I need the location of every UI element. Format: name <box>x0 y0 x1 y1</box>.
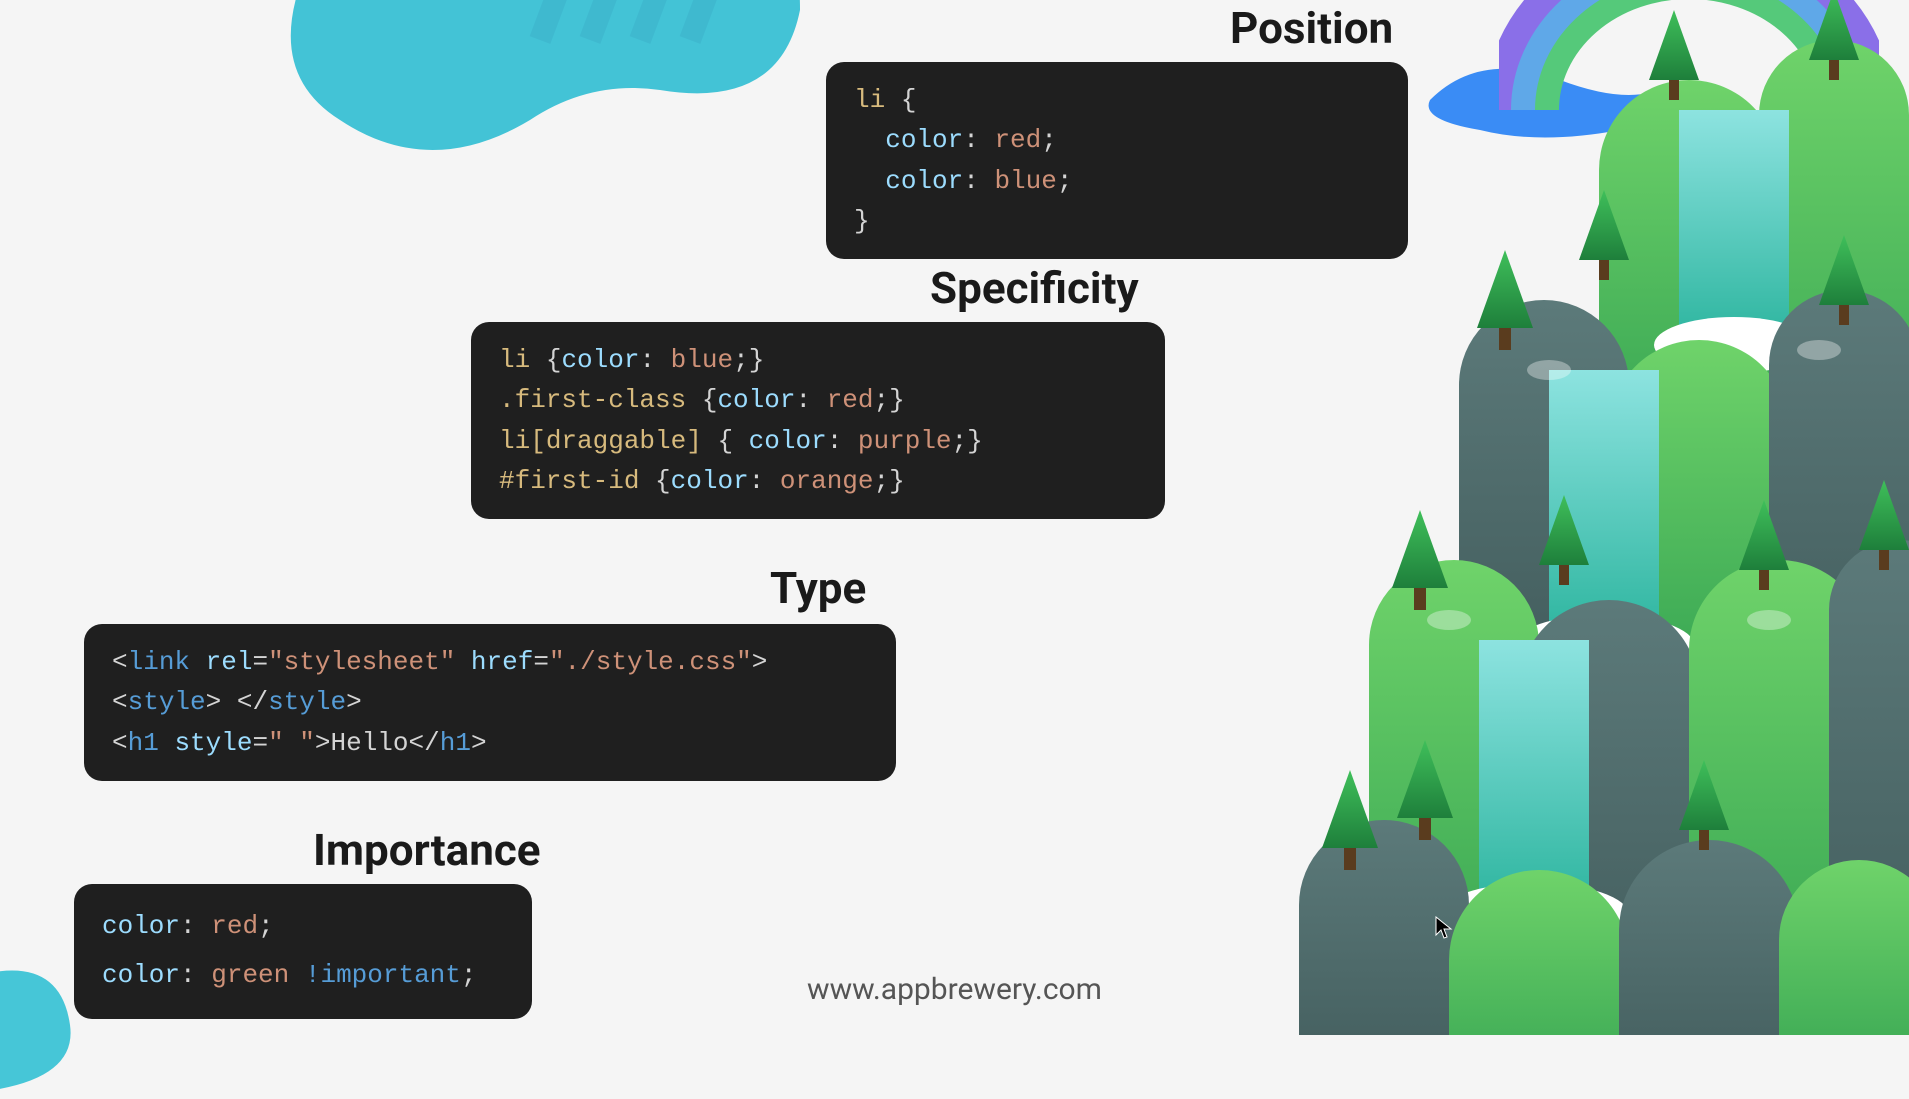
heading-specificity: Specificity <box>930 262 1139 314</box>
token-brace: { <box>686 385 717 415</box>
token-lt: < <box>112 687 128 717</box>
token-brace: { <box>639 466 670 496</box>
code-block-position: li { color: red; color: blue; } <box>826 62 1408 259</box>
token-colon: : <box>749 466 780 496</box>
footer-url: www.appbrewery.com <box>807 972 1102 1007</box>
token-class: .first-class <box>499 385 686 415</box>
token-string: "./style.css" <box>549 647 752 677</box>
token-tag: h1 <box>128 728 159 758</box>
token-attr: href <box>471 647 533 677</box>
token-prop: color <box>717 385 795 415</box>
token-eq: = <box>252 647 268 677</box>
token-selector: li <box>854 85 885 115</box>
token-brace: { <box>885 85 916 115</box>
token-brace: ;} <box>874 385 905 415</box>
decorative-blob-top-left <box>280 0 800 180</box>
token-tag: style <box>128 687 206 717</box>
token-lt: < <box>112 647 128 677</box>
token-val: red <box>994 125 1041 155</box>
token-brace: ;} <box>874 466 905 496</box>
token-semi: ; <box>461 960 477 990</box>
token-colon: : <box>795 385 826 415</box>
code-block-type: <link rel="stylesheet" href="./style.css… <box>84 624 896 781</box>
token-prop: color <box>885 166 963 196</box>
token-lt: </ <box>409 728 440 758</box>
token-prop: color <box>749 426 827 456</box>
token-colon: : <box>963 166 994 196</box>
token-lt: < <box>112 728 128 758</box>
token-lt: </ <box>237 687 268 717</box>
token-attr: rel <box>206 647 253 677</box>
token-colon: : <box>180 960 211 990</box>
token-string: " " <box>268 728 315 758</box>
token-prop: color <box>885 125 963 155</box>
token-semi: ; <box>1041 125 1057 155</box>
token-eq: = <box>533 647 549 677</box>
token-eq: = <box>252 728 268 758</box>
token-colon: : <box>180 911 211 941</box>
token-val: red <box>827 385 874 415</box>
token-text: Hello <box>330 728 408 758</box>
token-attr-selector: [draggable] <box>530 426 702 456</box>
token-prop: color <box>102 960 180 990</box>
token-gt: > <box>752 647 768 677</box>
token-selector: li <box>499 426 530 456</box>
token-val: blue <box>994 166 1056 196</box>
token-tag: style <box>268 687 346 717</box>
heading-position: Position <box>1230 2 1393 54</box>
token-gt: > <box>346 687 362 717</box>
token-val: red <box>211 911 258 941</box>
token-semi: ; <box>258 911 274 941</box>
token-brace: ;} <box>952 426 983 456</box>
token-val: blue <box>671 345 733 375</box>
token-tag: link <box>128 647 190 677</box>
token-attr: style <box>174 728 252 758</box>
heading-type: Type <box>770 562 866 614</box>
code-block-importance: color: red; color: green !important; <box>74 884 532 1019</box>
token-prop: color <box>102 911 180 941</box>
token-gt: > <box>471 728 487 758</box>
token-semi: ; <box>1057 166 1073 196</box>
token-val: orange <box>780 466 874 496</box>
token-important: !important <box>305 960 461 990</box>
token-selector: li <box>499 345 530 375</box>
token-colon: : <box>639 345 670 375</box>
code-block-specificity: li {color: blue;} .first-class {color: r… <box>471 322 1165 519</box>
token-brace: } <box>854 206 870 236</box>
token-tag: h1 <box>440 728 471 758</box>
token-gt: > <box>206 687 222 717</box>
token-string: "stylesheet" <box>268 647 455 677</box>
token-brace: ;} <box>733 345 764 375</box>
token-prop: color <box>561 345 639 375</box>
cursor-icon <box>1435 916 1453 940</box>
token-id: #first-id <box>499 466 639 496</box>
token-prop: color <box>671 466 749 496</box>
token-colon: : <box>827 426 858 456</box>
token-brace: { <box>530 345 561 375</box>
token-brace: { <box>702 426 749 456</box>
token-colon: : <box>963 125 994 155</box>
heading-importance: Importance <box>313 824 541 876</box>
token-val: green <box>211 960 289 990</box>
token-gt: > <box>315 728 331 758</box>
decorative-rainbow <box>1499 0 1879 110</box>
token-val: purple <box>858 426 952 456</box>
